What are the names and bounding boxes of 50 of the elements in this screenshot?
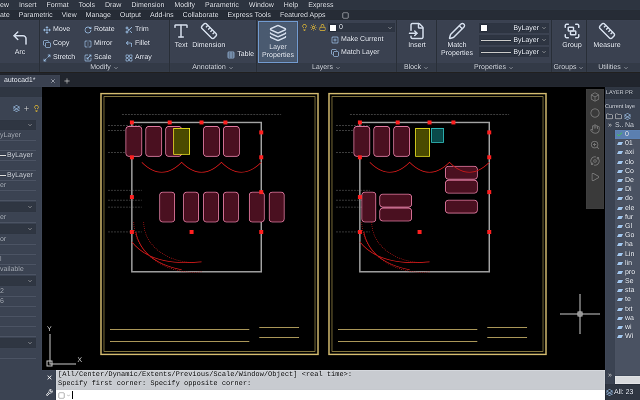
crosshair-cursor xyxy=(560,294,600,334)
caret-icon xyxy=(622,64,629,70)
caret-icon xyxy=(112,64,119,70)
caret-icon xyxy=(27,204,33,210)
scale-icon xyxy=(84,54,92,62)
caret-icon xyxy=(66,392,71,398)
command-input-field[interactable] xyxy=(56,390,605,400)
palette-title-bar xyxy=(0,87,42,97)
text-cursor xyxy=(72,391,73,399)
caret-icon xyxy=(27,278,33,284)
rotate-icon xyxy=(84,26,92,34)
folder-icon[interactable] xyxy=(615,113,622,120)
caret-icon xyxy=(387,24,393,30)
layer-properties-icon xyxy=(269,24,287,42)
stretch-icon xyxy=(43,54,51,62)
copy-icon xyxy=(43,40,51,48)
bulb-icon[interactable] xyxy=(33,104,40,112)
caret-icon xyxy=(508,64,514,70)
caret-icon xyxy=(578,64,584,70)
table-icon xyxy=(227,50,236,58)
text-icon xyxy=(172,22,190,40)
move-icon xyxy=(43,26,51,34)
caret-icon xyxy=(27,122,33,128)
sun-icon[interactable] xyxy=(310,24,317,31)
cube-icon[interactable] xyxy=(590,92,600,102)
caret-icon xyxy=(228,64,234,70)
trim-icon xyxy=(125,26,133,34)
group-icon xyxy=(563,22,581,40)
new-tab-icon[interactable] xyxy=(63,77,71,85)
measure-icon xyxy=(598,22,616,40)
lock-icon[interactable] xyxy=(319,24,326,31)
layers-icon[interactable] xyxy=(606,388,613,396)
zoom-icon[interactable] xyxy=(590,140,600,150)
caret-icon xyxy=(335,64,341,70)
insert-icon xyxy=(408,22,426,40)
caret-icon xyxy=(27,226,33,232)
folder-icon[interactable] xyxy=(606,113,613,120)
array-icon xyxy=(125,54,133,62)
layers-icon[interactable] xyxy=(13,104,20,112)
caret-icon xyxy=(423,64,430,70)
mirror-icon xyxy=(84,40,92,48)
close-icon[interactable] xyxy=(50,78,56,84)
bulb-icon[interactable] xyxy=(301,24,308,31)
pan-icon[interactable] xyxy=(590,124,600,134)
caret-icon xyxy=(27,340,33,346)
layers-icon[interactable] xyxy=(624,113,631,120)
orbit-icon[interactable] xyxy=(590,156,600,166)
play-icon[interactable] xyxy=(590,172,600,182)
wrench-icon[interactable] xyxy=(46,389,52,396)
scroll-bar[interactable] xyxy=(615,376,640,384)
